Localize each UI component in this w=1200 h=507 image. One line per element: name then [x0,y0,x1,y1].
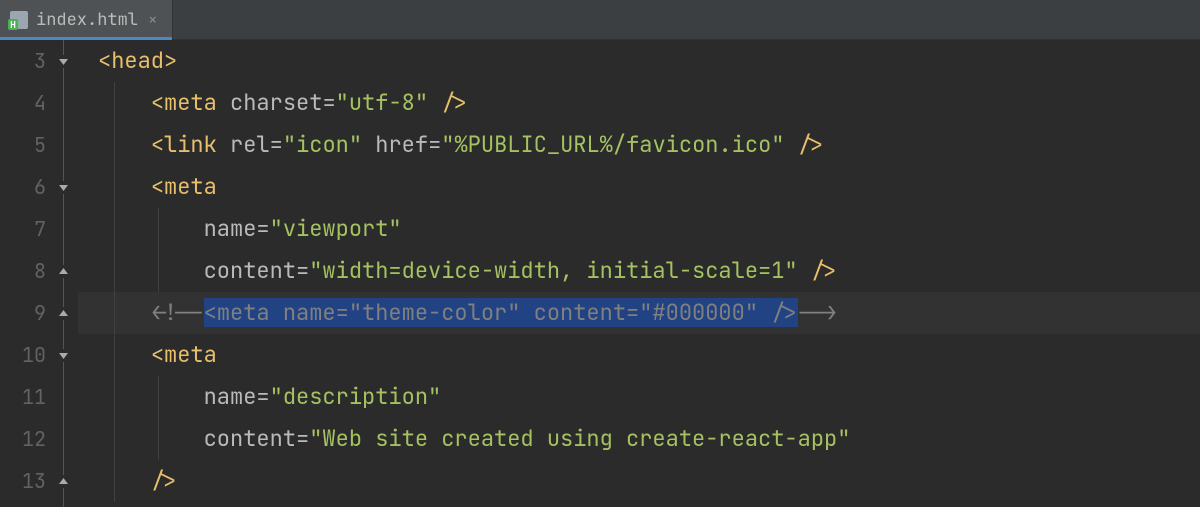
token-tag: meta [164,172,217,201]
tab-index-html[interactable]: index.html × [0,0,173,39]
line-number-gutter: 345678910111213 [0,40,56,507]
tab-bar: index.html × [0,0,1200,40]
token-val: "%PUBLIC_URL%/favicon.ico" [441,130,784,159]
code-text: <meta [98,340,217,369]
token-comment: <!-- [151,298,204,327]
code-line[interactable]: <meta charset="utf-8" /> [78,82,1200,124]
code-line[interactable]: <!--<meta name="theme-color" content="#0… [78,292,1200,334]
line-number: 13 [0,460,46,502]
code-line[interactable]: /> [78,460,1200,502]
token-punct: /> [428,88,468,117]
code-line[interactable]: <meta [78,166,1200,208]
token-punct: < [98,46,111,75]
token-attr: = [296,424,309,453]
token-attr: = [322,88,335,117]
code-text: <head> [98,46,177,75]
tab-label: index.html [36,9,138,31]
code-line[interactable]: <head> [78,40,1200,82]
token-val: "Web site created using create-react-app… [309,424,850,453]
token-attr: content [204,424,296,453]
fold-column [56,40,78,507]
token-punct: /> [151,466,177,495]
token-punct: < [151,172,164,201]
fold-handle-icon[interactable] [57,55,70,68]
code-line[interactable]: name="description" [78,376,1200,418]
line-number: 12 [0,418,46,460]
line-number: 3 [0,40,46,82]
code-text: name="viewport" [98,214,402,243]
line-number: 7 [0,208,46,250]
code-text: content="Web site created using create-r… [98,424,850,453]
line-number: 5 [0,124,46,166]
line-number: 8 [0,250,46,292]
fold-handle-icon[interactable] [57,181,70,194]
token-attr: = [296,256,309,285]
token-tag: meta [164,340,217,369]
token-attr: = [270,130,283,159]
token-punct: > [164,46,177,75]
fold-handle-icon[interactable] [57,475,70,488]
token-attr: = [256,214,269,243]
code-area[interactable]: <head> <meta charset="utf-8" /> <link re… [78,40,1200,507]
line-number: 9 [0,292,46,334]
token-attr: name [204,382,257,411]
token-attr: charset [230,88,322,117]
code-text: <meta charset="utf-8" /> [98,88,468,117]
line-number: 6 [0,166,46,208]
token-val: "icon" [283,130,362,159]
fold-handle-icon[interactable] [57,265,70,278]
fold-handle-icon[interactable] [57,349,70,362]
code-text: content="width=device-width, initial-sca… [98,256,837,285]
token-tag: link [164,130,230,159]
code-text: <meta [98,172,217,201]
code-line[interactable]: content="Web site created using create-r… [78,418,1200,460]
code-line[interactable]: <meta [78,334,1200,376]
code-editor[interactable]: 345678910111213 <head> <meta charset="ut… [0,40,1200,507]
token-attr: = [256,382,269,411]
line-number: 10 [0,334,46,376]
close-icon[interactable]: × [148,9,158,30]
token-punct: < [151,88,164,117]
token-val: "viewport" [270,214,402,243]
token-val: "width=device-width, initial-scale=1" [309,256,797,285]
token-punct: /> [784,130,824,159]
token-punct: /> [798,256,838,285]
token-tag: head [111,46,164,75]
code-line[interactable]: name="viewport" [78,208,1200,250]
token-attr: name [204,214,257,243]
line-number: 4 [0,82,46,124]
token-comment: <meta name="theme-color" content="#00000… [204,298,798,327]
fold-handle-icon[interactable] [57,307,70,320]
html-file-icon [10,11,28,29]
code-line[interactable]: content="width=device-width, initial-sca… [78,250,1200,292]
code-text: name="description" [98,382,441,411]
token-attr [362,130,375,159]
code-line[interactable]: <link rel="icon" href="%PUBLIC_URL%/favi… [78,124,1200,166]
token-val: "utf-8" [336,88,428,117]
token-attr: = [428,130,441,159]
code-text: /> [98,466,177,495]
token-punct: < [151,340,164,369]
code-text: <link rel="icon" href="%PUBLIC_URL%/favi… [98,130,824,159]
line-number: 11 [0,376,46,418]
token-attr: rel [230,130,270,159]
token-val: "description" [270,382,442,411]
token-attr: content [204,256,296,285]
token-tag: meta [164,88,230,117]
token-punct: < [151,130,164,159]
token-attr: href [375,130,428,159]
code-text: <!--<meta name="theme-color" content="#0… [98,298,837,327]
token-comment: --> [798,298,838,327]
